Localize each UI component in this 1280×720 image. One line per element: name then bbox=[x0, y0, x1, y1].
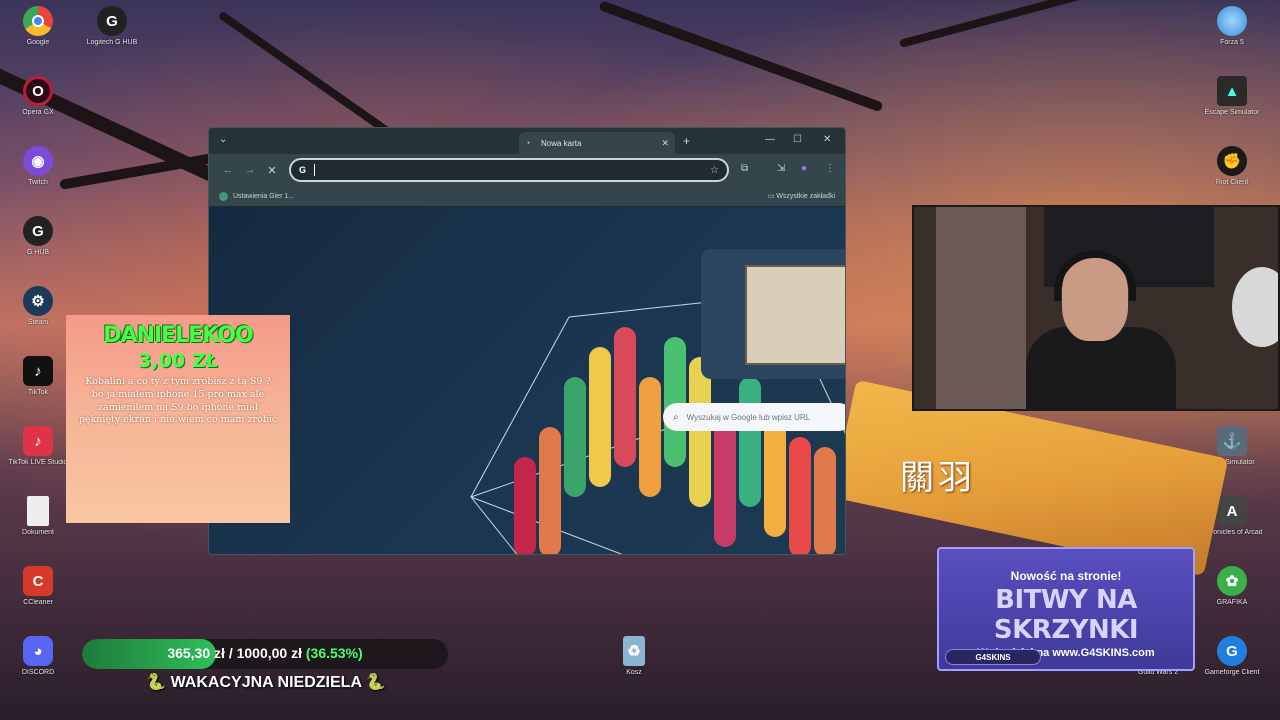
desktop-icon-file[interactable]: Dokument bbox=[8, 496, 68, 536]
desktop-icon-tiktok-live[interactable]: ♪ TikTok LIVE Studio bbox=[8, 426, 68, 466]
ship-icon: ⚓ bbox=[1217, 426, 1247, 456]
palette-icon: ✿ bbox=[1217, 566, 1247, 596]
steam-icon: ⚙ bbox=[23, 286, 53, 316]
browser-toolbar: ← → ✕ G ☆ ⧉ ⇲ ● ⋮ bbox=[209, 154, 845, 186]
forward-icon[interactable]: → bbox=[239, 164, 261, 176]
donation-goal-bar: 365,30 zł / 1000,00 zł (36.53%) bbox=[82, 639, 448, 669]
desktop-icon-opera[interactable]: O Opera GX bbox=[8, 76, 68, 116]
arcadia-icon: A bbox=[1217, 496, 1247, 526]
game-icon: ▲ bbox=[1217, 76, 1247, 106]
desktop-icon-gameforge[interactable]: G Gameforge Client bbox=[1202, 636, 1262, 676]
close-window-icon[interactable]: ✕ bbox=[823, 134, 831, 145]
desktop-icon-discord[interactable]: ◕ DISCORD bbox=[8, 636, 68, 676]
desktop-icon-twitch[interactable]: ◉ Twitch bbox=[8, 146, 68, 186]
browser-titlebar: ⌄ ◔ Nowa karta ✕ + — ☐ ✕ bbox=[209, 128, 845, 154]
ad-brand: G4SKINS bbox=[975, 652, 1011, 662]
weapon-engraving: 關羽 bbox=[900, 458, 976, 498]
goal-separator: / bbox=[228, 645, 233, 661]
tiktok-live-icon: ♪ bbox=[23, 426, 53, 456]
all-bookmarks-label: Wszystkie zakładki bbox=[776, 193, 835, 200]
donation-amount: 3,00 ZŁ bbox=[138, 350, 218, 372]
search-icon: ⌕ bbox=[673, 411, 679, 423]
back-icon[interactable]: ← bbox=[217, 164, 239, 176]
ccleaner-icon: C bbox=[23, 566, 53, 596]
forza-icon bbox=[1217, 6, 1247, 36]
tab-search-icon[interactable]: ⌄ bbox=[219, 134, 227, 145]
text-caret bbox=[314, 164, 316, 176]
logitech-icon: G bbox=[97, 6, 127, 36]
desktop-icon-tiktok[interactable]: ♪ TikTok bbox=[8, 356, 68, 396]
g4skins-logo: G4SKINS bbox=[945, 649, 1041, 665]
google-icon: G bbox=[299, 165, 307, 175]
goal-target: 1000,00 zł bbox=[236, 645, 302, 661]
desktop-icon-grafika[interactable]: ✿ GRAFIKA bbox=[1202, 566, 1262, 606]
desktop-icon-google[interactable]: Google bbox=[8, 6, 68, 46]
file-icon bbox=[27, 496, 49, 526]
donor-name: DANIELEKOO bbox=[103, 323, 253, 348]
search-placeholder: Wyszukaj w Google lub wpisz URL bbox=[686, 412, 811, 422]
minimize-icon[interactable]: — bbox=[765, 134, 775, 145]
opera-icon: O bbox=[23, 76, 53, 106]
desktop-icon-steam[interactable]: ⚙ Steam bbox=[8, 286, 68, 326]
g4skins-ad-banner: Nowość na stronie! BITWY NA SKRZYNKI Weź… bbox=[937, 547, 1195, 671]
new-tab-button[interactable]: + bbox=[683, 134, 690, 148]
profile-icon[interactable]: ● bbox=[801, 163, 807, 174]
goal-title-text: WAKACYJNA NIEDZIELA bbox=[170, 674, 362, 691]
new-tab-page: ⌕ Wyszukaj w Google lub wpisz URL bbox=[209, 207, 845, 554]
browser-window[interactable]: ⌄ ◔ Nowa karta ✕ + — ☐ ✕ ← → ✕ G ☆ ⧉ ⇲ ●… bbox=[208, 127, 846, 555]
desktop-icon-logitech[interactable]: G Logitech G HUB bbox=[82, 6, 142, 46]
ad-headline: Nowość na stronie! bbox=[1010, 569, 1122, 583]
cast-icon[interactable]: ⇲ bbox=[777, 163, 785, 174]
browser-tab[interactable]: ◔ Nowa karta ✕ bbox=[519, 132, 675, 154]
bookmark-star-icon[interactable]: ☆ bbox=[710, 165, 719, 176]
goal-percent: (36.53%) bbox=[305, 645, 363, 661]
maximize-icon[interactable]: ☐ bbox=[793, 134, 802, 145]
webcam-feed bbox=[912, 205, 1280, 411]
desktop-icon-recycle-bin[interactable]: ♻ Kosz bbox=[604, 636, 664, 676]
bookmark-item[interactable]: Ustawienia Gier 1... bbox=[233, 193, 294, 200]
goal-title: 🐍 WAKACYJNA NIEDZIELA 🐍 bbox=[116, 672, 416, 692]
logitech-icon: G bbox=[23, 216, 53, 246]
all-bookmarks[interactable]: ▭ Wszystkie zakładki bbox=[768, 192, 835, 200]
goal-current: 365,30 zł bbox=[167, 645, 225, 661]
goal-progress-text: 365,30 zł / 1000,00 zł (36.53%) bbox=[82, 645, 448, 661]
stop-icon[interactable]: ✕ bbox=[261, 164, 283, 177]
tab-title: Nowa karta bbox=[541, 138, 582, 148]
bookmarks-bar: Ustawienia Gier 1... ▭ Wszystkie zakładk… bbox=[209, 186, 845, 206]
ad-title: BITWY NA SKRZYNKI bbox=[993, 585, 1139, 645]
google-search-box[interactable]: ⌕ Wyszukaj w Google lub wpisz URL bbox=[663, 403, 845, 431]
discord-icon: ◕ bbox=[23, 636, 53, 666]
gameforge-icon: G bbox=[1217, 636, 1247, 666]
desktop-icon-forza[interactable]: Forza 5 bbox=[1202, 6, 1262, 46]
close-tab-icon[interactable]: ✕ bbox=[661, 138, 669, 149]
recycle-bin-icon: ♻ bbox=[623, 636, 645, 666]
desktop-icon-riot[interactable]: ✊ Riot Client bbox=[1202, 146, 1262, 186]
snake-icon: 🐍 bbox=[365, 674, 386, 691]
google-doodle-image[interactable] bbox=[745, 265, 845, 365]
desktop-icon-escape[interactable]: ▲ Escape Simulator bbox=[1202, 76, 1262, 116]
menu-icon[interactable]: ⋮ bbox=[825, 163, 835, 174]
desktop-icon-ccleaner[interactable]: C CCleaner bbox=[8, 566, 68, 606]
snake-icon: 🐍 bbox=[146, 674, 167, 691]
bookmark-favicon-icon bbox=[219, 191, 228, 201]
chrome-icon bbox=[23, 6, 53, 36]
donation-message: Kobalini a co ty z tym zrobisz z tą S9 ?… bbox=[78, 376, 278, 426]
address-bar[interactable]: G ☆ bbox=[289, 158, 729, 182]
new-tab-icon: ◔ bbox=[525, 138, 531, 148]
donation-alert: DANIELEKOO 3,00 ZŁ Kobalini a co ty z ty… bbox=[66, 315, 290, 523]
extensions-icon[interactable]: ⧉ bbox=[741, 163, 748, 174]
desktop-icon-ghub[interactable]: G G HUB bbox=[8, 216, 68, 256]
fan-icon bbox=[1232, 267, 1278, 347]
twitch-icon: ◉ bbox=[23, 146, 53, 176]
tiktok-icon: ♪ bbox=[23, 356, 53, 386]
riot-icon: ✊ bbox=[1217, 146, 1247, 176]
